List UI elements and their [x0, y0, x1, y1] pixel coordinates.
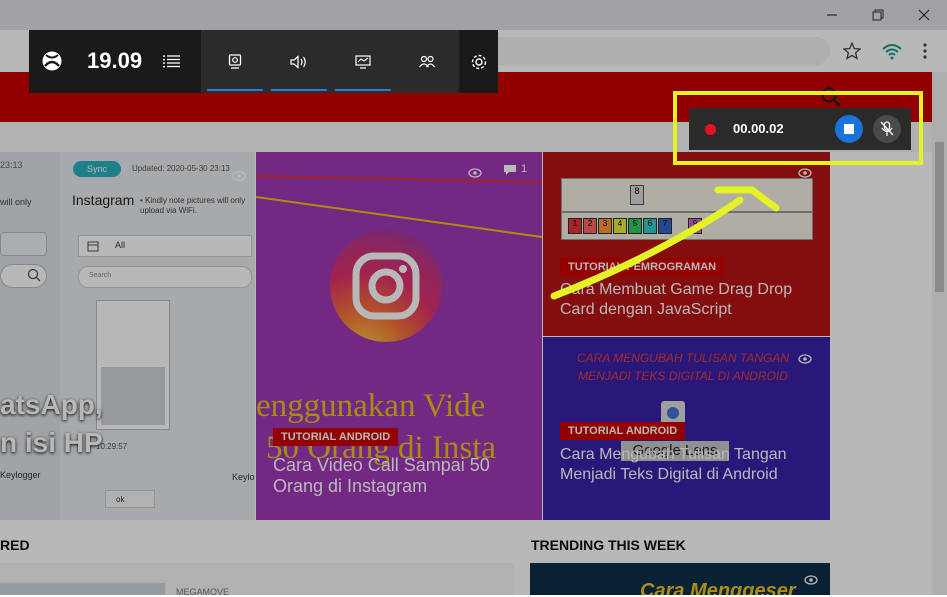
people-icon	[419, 55, 435, 67]
tab-capture[interactable]	[203, 30, 267, 93]
tab-social[interactable]	[395, 30, 459, 93]
tab-active-underline	[335, 89, 391, 91]
widget-tab-strip	[201, 30, 459, 93]
annotation-arrow-icon	[550, 186, 780, 300]
xbox-game-bar: 19.09	[29, 30, 498, 93]
menu-list-icon	[163, 55, 180, 68]
tab-active-underline	[271, 89, 327, 91]
tab-performance[interactable]	[331, 30, 395, 93]
xbox-icon	[42, 51, 62, 71]
capture-icon	[228, 53, 242, 69]
widget-menu-button[interactable]	[163, 54, 181, 73]
game-bar-clock: 19.09	[87, 48, 143, 73]
tab-active-underline	[207, 89, 263, 91]
game-bar-settings-button[interactable]	[469, 52, 489, 77]
highlight-box	[673, 91, 923, 165]
performance-icon	[355, 54, 371, 69]
tab-audio[interactable]	[267, 30, 331, 93]
gear-icon	[471, 54, 487, 70]
xbox-button[interactable]	[41, 50, 63, 77]
speaker-icon	[290, 54, 306, 69]
